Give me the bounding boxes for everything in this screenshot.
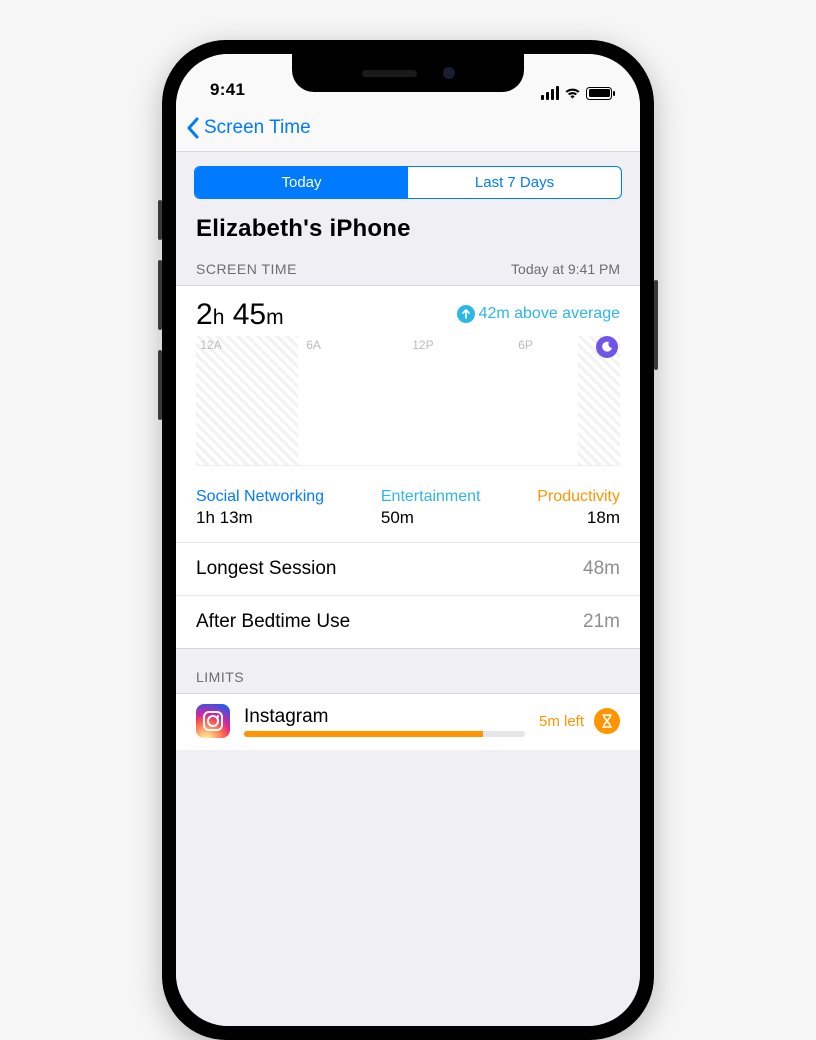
- category-entertainment[interactable]: Entertainment 50m: [381, 488, 481, 528]
- stat-longest-session[interactable]: Longest Session 48m: [176, 543, 640, 596]
- time-range-segment: Today Last 7 Days: [194, 166, 622, 199]
- limit-remaining: 5m left: [539, 713, 584, 730]
- category-breakdown: Social Networking 1h 13m Entertainment 5…: [176, 480, 640, 543]
- segment-last-7-days[interactable]: Last 7 Days: [408, 167, 621, 198]
- instagram-app-icon: [196, 704, 230, 738]
- average-delta: 42m above average: [457, 305, 620, 323]
- wifi-icon: [564, 87, 581, 100]
- back-label: Screen Time: [204, 117, 311, 139]
- total-time: 2h 45m: [196, 298, 284, 332]
- limits-section-label: LIMITS: [176, 649, 640, 693]
- category-productivity[interactable]: Productivity 18m: [537, 488, 620, 528]
- back-button[interactable]: Screen Time: [186, 117, 311, 139]
- usage-chart[interactable]: 12A6A12P6P: [176, 336, 640, 480]
- section-timestamp: Today at 9:41 PM: [511, 261, 620, 277]
- segment-today[interactable]: Today: [195, 167, 408, 198]
- notch: [292, 54, 524, 92]
- nav-bar: Screen Time: [176, 104, 640, 152]
- content-scroller[interactable]: Today Last 7 Days Elizabeth's iPhone SCR…: [176, 152, 640, 1026]
- hourglass-icon: [594, 708, 620, 734]
- battery-icon: [586, 87, 612, 100]
- screen: 9:41 Screen Time Today Last 7 Days Eliza…: [176, 54, 640, 1026]
- device-title: Elizabeth's iPhone: [176, 209, 640, 259]
- section-label: SCREEN TIME: [196, 261, 297, 277]
- screen-time-card: 2h 45m 42m above average: [176, 285, 640, 649]
- arrow-up-icon: [457, 305, 475, 323]
- stat-after-bedtime[interactable]: After Bedtime Use 21m: [176, 596, 640, 648]
- status-time: 9:41: [210, 80, 245, 100]
- chevron-left-icon: [186, 117, 200, 139]
- section-header: SCREEN TIME Today at 9:41 PM: [176, 259, 640, 285]
- limit-progress-bar: [244, 731, 525, 737]
- phone-frame: 9:41 Screen Time Today Last 7 Days Eliza…: [162, 40, 654, 1040]
- cellular-signal-icon: [541, 86, 559, 100]
- limit-app-name: Instagram: [244, 706, 525, 728]
- category-social[interactable]: Social Networking 1h 13m: [196, 488, 324, 528]
- limit-row-instagram[interactable]: Instagram 5m left: [176, 693, 640, 750]
